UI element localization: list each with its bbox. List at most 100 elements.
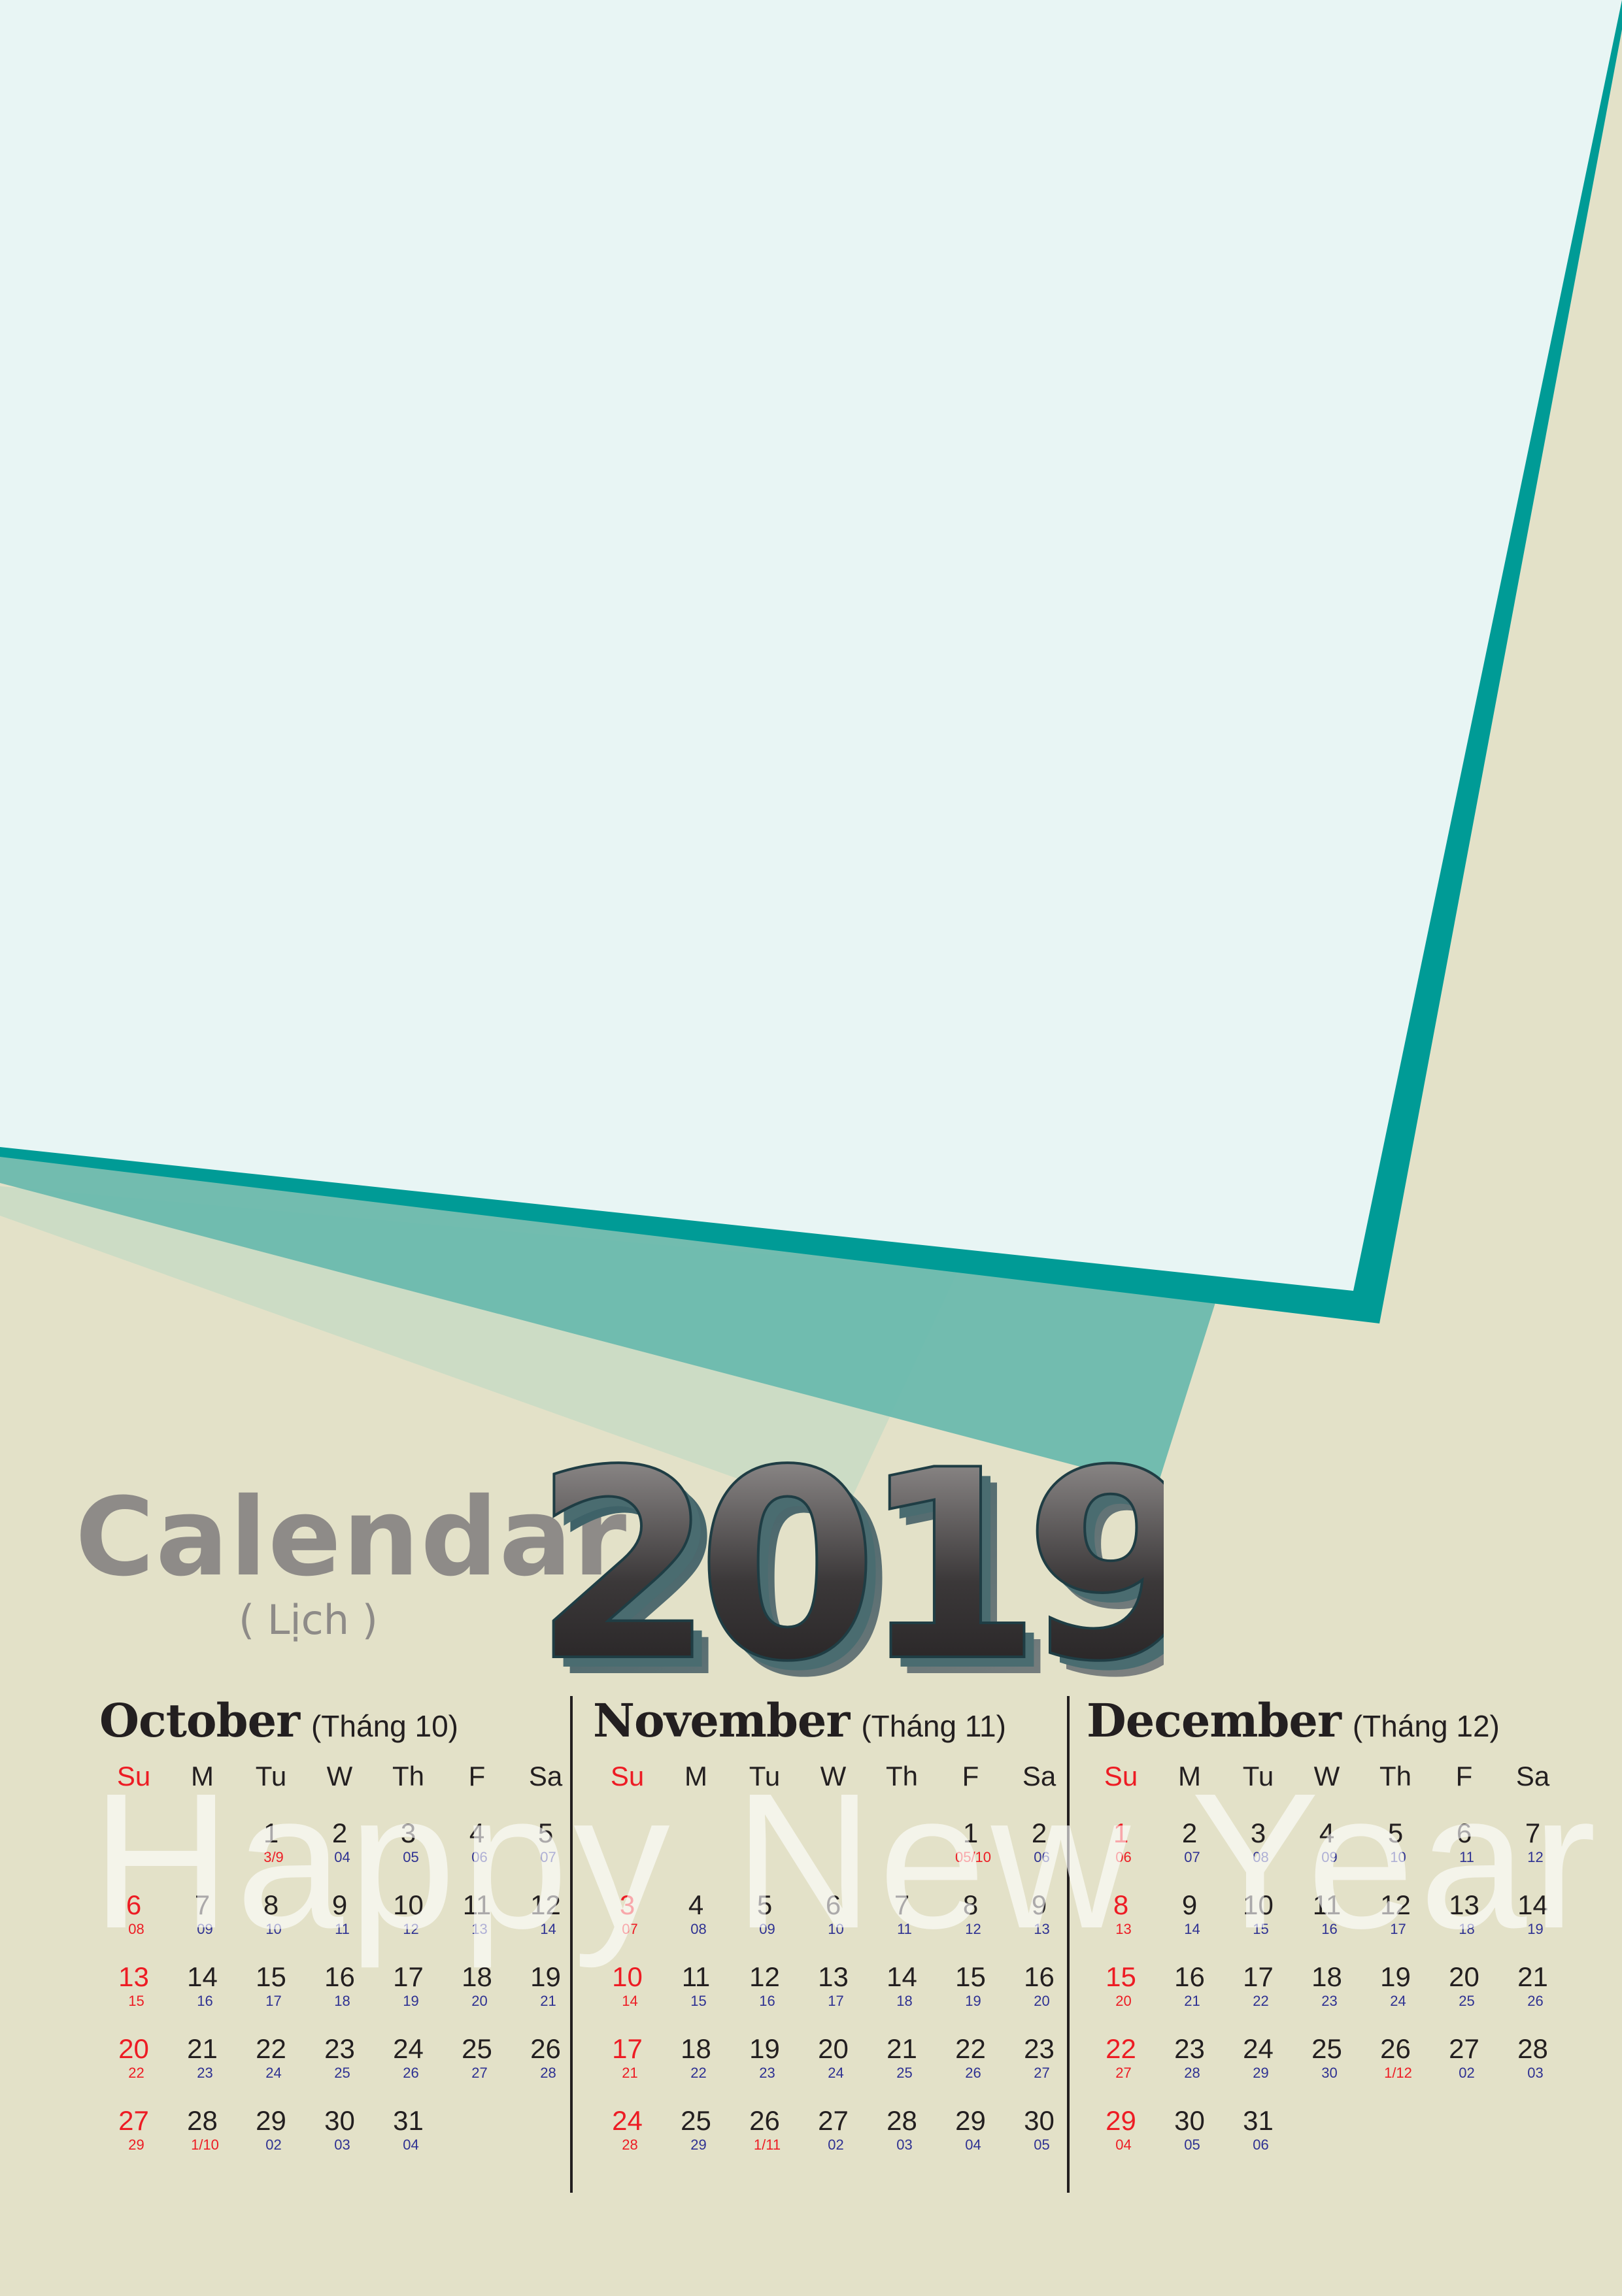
calendar-subtitle: ( Lịch ): [239, 1596, 378, 1644]
lunar-date: 03: [334, 2137, 350, 2153]
day-cell: 30 05: [1005, 2096, 1073, 2168]
day-cell: 15 20: [1087, 1952, 1155, 2024]
day-cell: 22 24: [237, 2024, 305, 2096]
day-number: 24: [393, 2033, 424, 2064]
day-number: 18: [1311, 1961, 1342, 1992]
weekday-label: F: [468, 1761, 486, 1791]
day-number: 19: [749, 2033, 780, 2064]
lunar-date: 08: [128, 1921, 144, 1937]
lunar-date: 21: [622, 2065, 638, 2081]
day-cell: 6 10: [799, 1880, 868, 1952]
day-grid: 1 05/10 2 06 3 07 4 08 5 09 6 10 7 11 8 12 9 13 10 14 11 15 12…: [593, 1808, 1055, 2168]
day-cell: 4 06: [443, 1808, 511, 1880]
lunar-date: 25: [896, 2065, 913, 2081]
day-number: 13: [1449, 1889, 1479, 1920]
lunar-date: 06: [1253, 2137, 1269, 2153]
weekday-label: Sa: [1515, 1761, 1550, 1791]
day-number: 4: [688, 1889, 704, 1920]
lunar-date: 25: [334, 2065, 350, 2081]
weekday-label: Tu: [255, 1761, 287, 1791]
lunar-date: 25: [1459, 1993, 1475, 2009]
lunar-date: 3/9: [263, 1849, 284, 1865]
month-december: December (Tháng 12) Su M Tu W Th F Sa 1 06 2 07 3 08…: [1087, 1689, 1549, 2168]
day-cell: 28 1/10: [168, 2096, 237, 2168]
lunar-date: 16: [197, 1993, 213, 2009]
day-cell: 21 26: [1498, 1952, 1567, 2024]
month-name: December: [1087, 1693, 1342, 1748]
day-number: 15: [256, 1961, 286, 1992]
lunar-date: 05: [1184, 2137, 1200, 2153]
day-number: 4: [1319, 1818, 1335, 1848]
lunar-date: 22: [690, 2065, 707, 2081]
day-number: 30: [1174, 2105, 1205, 2136]
day-number: 10: [393, 1889, 424, 1920]
day-number: 30: [1024, 2105, 1055, 2136]
lunar-date: 10: [1390, 1849, 1406, 1865]
day-cell: 5 09: [730, 1880, 799, 1952]
calendar-page: Calendar ( Lịch ) 2019 2019 2019 October…: [0, 0, 1622, 2296]
day-cell: 2 07: [1155, 1808, 1224, 1880]
day-number: 11: [1312, 1889, 1342, 1920]
lunar-date: 19: [965, 1993, 981, 2009]
lunar-date: 16: [1321, 1921, 1338, 1937]
weekday-label: M: [191, 1761, 214, 1791]
day-number: 7: [194, 1889, 211, 1920]
day-cell: 24 29: [1224, 2024, 1293, 2096]
day-number: 1: [962, 1818, 979, 1848]
lunar-date: 1/10: [191, 2137, 219, 2153]
day-cell: 6 08: [99, 1880, 168, 1952]
day-cell: 20 22: [99, 2024, 168, 2096]
day-number: 23: [1024, 2033, 1055, 2064]
lunar-date: 29: [690, 2137, 707, 2153]
lunar-date: 17: [265, 1993, 282, 2009]
day-number: 9: [1031, 1889, 1047, 1920]
day-cell: 14 16: [168, 1952, 237, 2024]
lunar-date: 20: [1115, 1993, 1132, 2009]
day-number: 18: [462, 1961, 492, 1992]
day-cell: 1 3/9: [237, 1808, 305, 1880]
day-cell: 8 12: [936, 1880, 1005, 1952]
day-cell: 23 27: [1005, 2024, 1073, 2096]
day-cell: 4 09: [1293, 1808, 1361, 1880]
day-cell: 20 24: [799, 2024, 868, 2096]
lunar-date: 23: [197, 2065, 213, 2081]
day-number: 27: [818, 2105, 849, 2136]
lunar-date: 09: [759, 1921, 775, 1937]
lunar-date: 05: [403, 1849, 419, 1865]
day-number: 5: [1387, 1818, 1404, 1848]
day-number: 1: [1113, 1818, 1129, 1848]
lunar-date: 03: [896, 2137, 913, 2153]
day-cell: 17 22: [1224, 1952, 1293, 2024]
lunar-date: 08: [690, 1921, 707, 1937]
weekday-label: Su: [116, 1761, 151, 1791]
lunar-date: 12: [403, 1921, 419, 1937]
lunar-date: 23: [759, 2065, 775, 2081]
weekday-label: W: [326, 1761, 353, 1791]
month-alt-name: (Tháng 11): [861, 1709, 1006, 1743]
day-number: 1: [263, 1818, 279, 1848]
month-november: November (Tháng 11) Su M Tu W Th F Sa 1 05/10 2 06…: [593, 1689, 1056, 2168]
day-cell: 16 18: [305, 1952, 374, 2024]
day-cell: 18 23: [1293, 1952, 1361, 2024]
day-cell: 29 02: [237, 2096, 305, 2168]
lunar-date: 04: [334, 1849, 350, 1865]
day-cell: 17 21: [593, 2024, 662, 2096]
day-number: 16: [324, 1961, 355, 1992]
day-number: 30: [324, 2105, 355, 2136]
day-number: 6: [1456, 1818, 1472, 1848]
day-cell: 22 26: [936, 2024, 1005, 2096]
day-number: 9: [331, 1889, 348, 1920]
day-number: 17: [1243, 1961, 1274, 1992]
blank-cell: [868, 1808, 936, 1880]
day-cell: 15 17: [237, 1952, 305, 2024]
blank-cell: [730, 1808, 799, 1880]
day-cell: 20 25: [1430, 1952, 1498, 2024]
month-divider: [1067, 1696, 1070, 2193]
lunar-date: 26: [403, 2065, 419, 2081]
lunar-date: 13: [471, 1921, 488, 1937]
lunar-date: 18: [334, 1993, 350, 2009]
day-number: 20: [1449, 1961, 1479, 1992]
day-cell: 11 13: [443, 1880, 511, 1952]
day-cell: 10 14: [593, 1952, 662, 2024]
day-cell: 3 08: [1224, 1808, 1293, 1880]
